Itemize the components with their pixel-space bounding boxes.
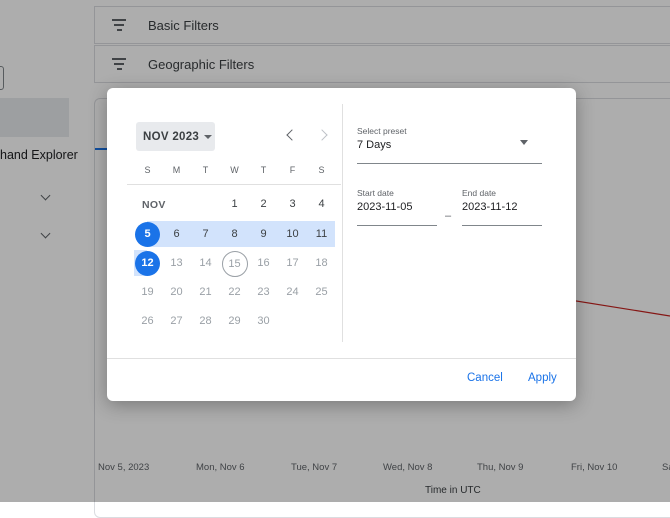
calendar-day[interactable]: 25 (307, 278, 336, 307)
cancel-button[interactable]: Cancel (467, 372, 503, 384)
dropdown-arrow-icon[interactable] (520, 140, 528, 145)
start-date-underline (357, 225, 437, 226)
caret-down-icon (204, 134, 213, 139)
calendar-day[interactable]: 29 (220, 307, 249, 336)
weekday-label: T (202, 165, 209, 175)
calendar-day-selected[interactable]: 12 (135, 251, 160, 276)
start-date-field[interactable]: Start date 2023-11-05 (357, 188, 437, 226)
actions-divider (107, 358, 576, 359)
calendar-day-selected[interactable]: 5 (135, 222, 160, 247)
calendar-day[interactable]: 21 (191, 278, 220, 307)
preset-underline (357, 163, 542, 164)
start-date-label: Start date (357, 188, 394, 198)
preset-label: Select preset (357, 126, 407, 136)
dialog-vertical-divider (342, 104, 343, 342)
calendar-day[interactable]: 2 (249, 190, 278, 219)
calendar-day[interactable]: 20 (162, 278, 191, 307)
calendar-day[interactable]: 22 (220, 278, 249, 307)
weekday-label: F (289, 165, 296, 175)
weekday-label: T (260, 165, 267, 175)
calendar-divider (127, 184, 341, 185)
calendar-day[interactable]: 10 (278, 220, 307, 249)
end-date-value: 2023-11-12 (462, 201, 518, 213)
calendar-day[interactable]: 28 (191, 307, 220, 336)
end-date-field[interactable]: End date 2023-11-12 (462, 188, 542, 226)
end-date-label: End date (462, 188, 497, 198)
calendar-day[interactable]: 8 (220, 220, 249, 249)
calendar-day[interactable]: 11 (307, 220, 336, 249)
calendar-day[interactable]: 30 (249, 307, 278, 336)
preset-value: 7 Days (357, 139, 392, 151)
calendar-day[interactable]: 7 (191, 220, 220, 249)
calendar-day[interactable]: 18 (307, 249, 336, 278)
calendar-day[interactable]: 4 (307, 190, 336, 219)
calendar-day[interactable]: 6 (162, 220, 191, 249)
calendar-day[interactable]: 27 (162, 307, 191, 336)
end-date-underline (462, 225, 542, 226)
calendar-day[interactable]: 24 (278, 278, 307, 307)
weekday-label: W (230, 165, 239, 175)
month-year-label: NOV 2023 (143, 130, 200, 143)
date-range-dialog: NOV 2023 SMTWTFS NOV 1 2 3 4 5 6 7 8 9 10 11 12 13 14… (107, 88, 576, 401)
calendar-day[interactable]: 14 (191, 249, 220, 278)
calendar-day[interactable]: 16 (249, 249, 278, 278)
calendar-day[interactable]: 17 (278, 249, 307, 278)
preset-select[interactable]: Select preset 7 Days (357, 126, 542, 164)
calendar-day[interactable]: 1 (220, 190, 249, 219)
previous-month-icon[interactable] (286, 129, 298, 141)
weekday-label: S (318, 165, 325, 175)
calendar-day[interactable]: 26 (133, 307, 162, 336)
next-month-icon[interactable] (316, 129, 328, 141)
weekday-label: S (144, 165, 151, 175)
apply-button[interactable]: Apply (528, 372, 557, 384)
range-separator: – (445, 210, 452, 222)
calendar-day-today[interactable]: 15 (221, 250, 248, 277)
calendar-day[interactable]: 3 (278, 190, 307, 219)
calendar-day[interactable]: 13 (162, 249, 191, 278)
weekday-label: M (172, 165, 181, 175)
calendar-day[interactable]: 9 (249, 220, 278, 249)
calendar-day[interactable]: 23 (249, 278, 278, 307)
calendar-day[interactable]: 19 (133, 278, 162, 307)
month-year-button[interactable]: NOV 2023 (136, 122, 215, 151)
calendar-month-label: NOV (142, 199, 166, 211)
start-date-value: 2023-11-05 (357, 201, 413, 213)
